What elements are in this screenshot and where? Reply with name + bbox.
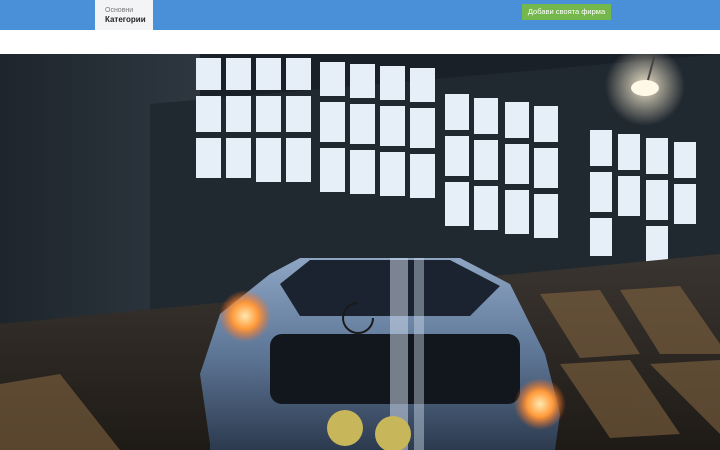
hero-image (0, 54, 720, 450)
main-categories-menu[interactable]: Основни Категории (95, 0, 153, 30)
categories-label-top: Основни (105, 7, 134, 14)
top-navbar: Основни Категории Добави своята фирма (0, 0, 720, 30)
categories-label-bottom: Категории (105, 15, 146, 24)
garage-car-photo (0, 54, 720, 450)
add-company-button[interactable]: Добави своята фирма (522, 4, 611, 20)
spinner-icon (342, 302, 374, 334)
